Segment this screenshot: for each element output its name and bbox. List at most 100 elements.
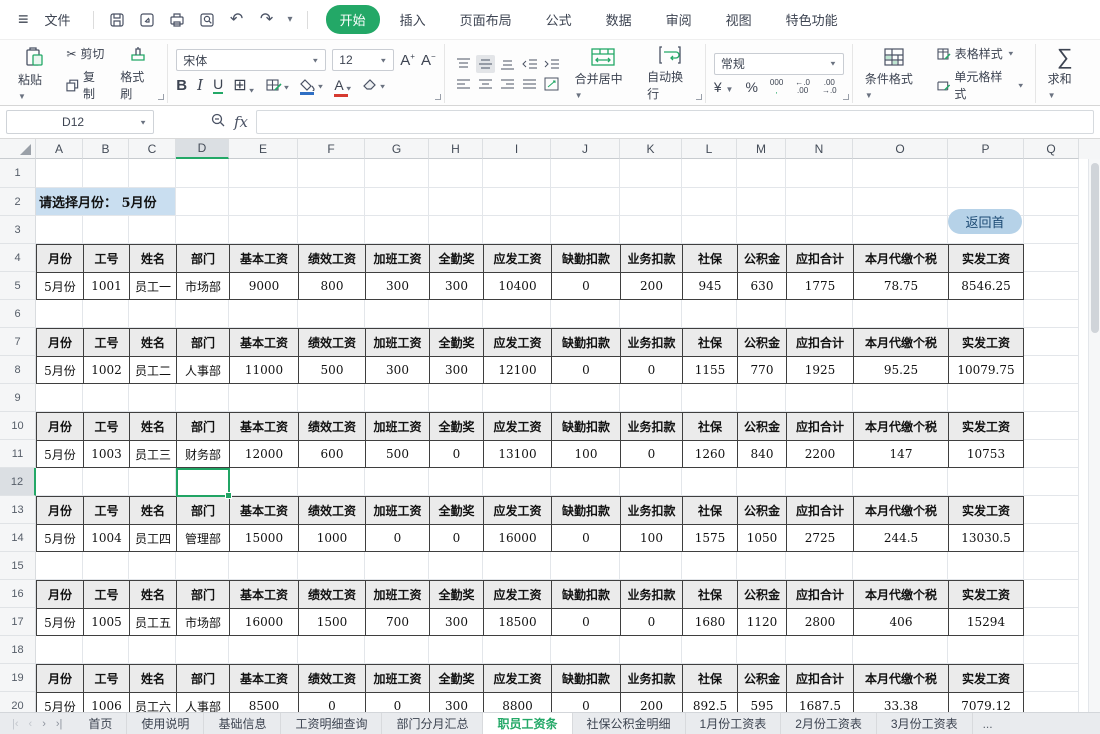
cell[interactable] — [365, 159, 429, 188]
cell[interactable]: 1002 — [83, 356, 129, 384]
cell[interactable] — [682, 159, 737, 188]
cell[interactable] — [853, 188, 948, 216]
column-header-A[interactable]: A — [36, 139, 83, 159]
cell[interactable] — [483, 552, 551, 580]
row-header-17[interactable]: 17 — [0, 608, 36, 636]
cell[interactable]: 630 — [737, 272, 786, 300]
cell[interactable] — [682, 552, 737, 580]
month-select-cell[interactable]: 请选择月份： 5月份 — [36, 188, 176, 216]
cell[interactable]: 147 — [853, 440, 948, 468]
cell[interactable]: 892.5 — [682, 692, 737, 712]
sheet-tab-职员工资条[interactable]: 职员工资条 — [483, 713, 572, 734]
cell[interactable]: 0 — [620, 440, 682, 468]
return-home-button[interactable]: 返回首 — [948, 209, 1022, 234]
cell[interactable]: 公积金 — [737, 412, 786, 440]
cell[interactable] — [483, 384, 551, 412]
cell[interactable] — [948, 636, 1024, 664]
cell[interactable] — [1024, 636, 1079, 664]
sheet-tab-使用说明[interactable]: 使用说明 — [127, 713, 204, 734]
cell[interactable] — [1024, 159, 1079, 188]
eraser-button[interactable]: ▼ — [363, 79, 387, 94]
cell[interactable]: 缺勤扣款 — [551, 328, 620, 356]
comma-style-button[interactable]: 000, — [770, 79, 783, 95]
column-header-O[interactable]: O — [853, 139, 948, 159]
cell[interactable]: 员工四 — [129, 524, 176, 552]
cell[interactable] — [737, 468, 786, 496]
cell[interactable] — [298, 188, 365, 216]
cell[interactable]: 业务扣款 — [620, 580, 682, 608]
cell[interactable]: 绩效工资 — [298, 412, 365, 440]
cell[interactable] — [682, 188, 737, 216]
cell[interactable] — [737, 636, 786, 664]
cell[interactable]: 基本工资 — [229, 664, 298, 692]
cell[interactable] — [1024, 384, 1079, 412]
cell[interactable]: 应发工资 — [483, 580, 551, 608]
cell[interactable]: 绩效工资 — [298, 244, 365, 272]
cell[interactable]: 0 — [365, 692, 429, 712]
dialog-launcher-icon[interactable] — [158, 94, 164, 100]
cell[interactable]: 18500 — [483, 608, 551, 636]
cell[interactable] — [948, 552, 1024, 580]
select-all-button[interactable] — [0, 139, 36, 159]
cell[interactable]: 9000 — [229, 272, 298, 300]
fx-icon[interactable]: fx — [234, 113, 248, 131]
cell[interactable] — [129, 384, 176, 412]
sheet-tab-社保公积金明细[interactable]: 社保公积金明细 — [573, 713, 686, 734]
cell[interactable] — [365, 216, 429, 244]
cell[interactable] — [483, 216, 551, 244]
cell[interactable] — [551, 636, 620, 664]
cell[interactable]: 1575 — [682, 524, 737, 552]
cell[interactable]: 244.5 — [853, 524, 948, 552]
cell[interactable]: 本月代缴个税 — [853, 412, 948, 440]
cell[interactable] — [1024, 216, 1079, 244]
cell[interactable]: 5月份 — [36, 692, 83, 712]
cell[interactable]: 应发工资 — [483, 244, 551, 272]
name-box[interactable]: D12 ▼ — [6, 110, 154, 134]
cell[interactable] — [853, 159, 948, 188]
cell[interactable] — [129, 159, 176, 188]
cell[interactable]: 全勤奖 — [429, 580, 483, 608]
cell[interactable] — [948, 384, 1024, 412]
cell[interactable] — [1024, 692, 1079, 712]
cell[interactable]: 社保 — [682, 496, 737, 524]
cell[interactable]: 社保 — [682, 244, 737, 272]
cell[interactable]: 基本工资 — [229, 412, 298, 440]
column-header-L[interactable]: L — [682, 139, 737, 159]
cell[interactable] — [682, 300, 737, 328]
first-sheet-icon[interactable]: |‹ — [8, 718, 23, 730]
increase-decimal-button[interactable]: ←.0.00 — [795, 79, 810, 95]
cell[interactable] — [1024, 664, 1079, 692]
column-header-B[interactable]: B — [83, 139, 129, 159]
cell[interactable]: 1120 — [737, 608, 786, 636]
cell[interactable]: 200 — [620, 272, 682, 300]
cell[interactable]: 本月代缴个税 — [853, 244, 948, 272]
cell[interactable] — [83, 384, 129, 412]
decrease-indent-icon[interactable] — [521, 57, 538, 71]
cell[interactable]: 应发工资 — [483, 328, 551, 356]
cell[interactable]: 基本工资 — [229, 496, 298, 524]
cell[interactable] — [551, 468, 620, 496]
cell[interactable] — [620, 216, 682, 244]
cell[interactable] — [551, 552, 620, 580]
align-right-icon[interactable] — [500, 77, 515, 91]
cell[interactable] — [176, 384, 229, 412]
cell[interactable] — [682, 216, 737, 244]
cell[interactable]: 1260 — [682, 440, 737, 468]
align-bottom-icon[interactable] — [500, 57, 515, 71]
cell[interactable]: 缺勤扣款 — [551, 496, 620, 524]
row-header-11[interactable]: 11 — [0, 440, 36, 468]
cell[interactable] — [1024, 440, 1079, 468]
cell[interactable]: 1500 — [298, 608, 365, 636]
cell[interactable] — [1024, 580, 1079, 608]
cell[interactable] — [83, 636, 129, 664]
more-commands-icon[interactable]: ▾ — [284, 14, 297, 25]
cell[interactable] — [83, 468, 129, 496]
row-header-16[interactable]: 16 — [0, 580, 36, 608]
cell[interactable]: 15294 — [948, 608, 1024, 636]
cell[interactable] — [176, 159, 229, 188]
cell[interactable]: 本月代缴个税 — [853, 328, 948, 356]
cell[interactable]: 月份 — [36, 496, 83, 524]
cell[interactable] — [853, 552, 948, 580]
formula-input[interactable] — [256, 110, 1094, 134]
cell-style-button[interactable]: 单元格样式 ▼ — [935, 67, 1027, 103]
